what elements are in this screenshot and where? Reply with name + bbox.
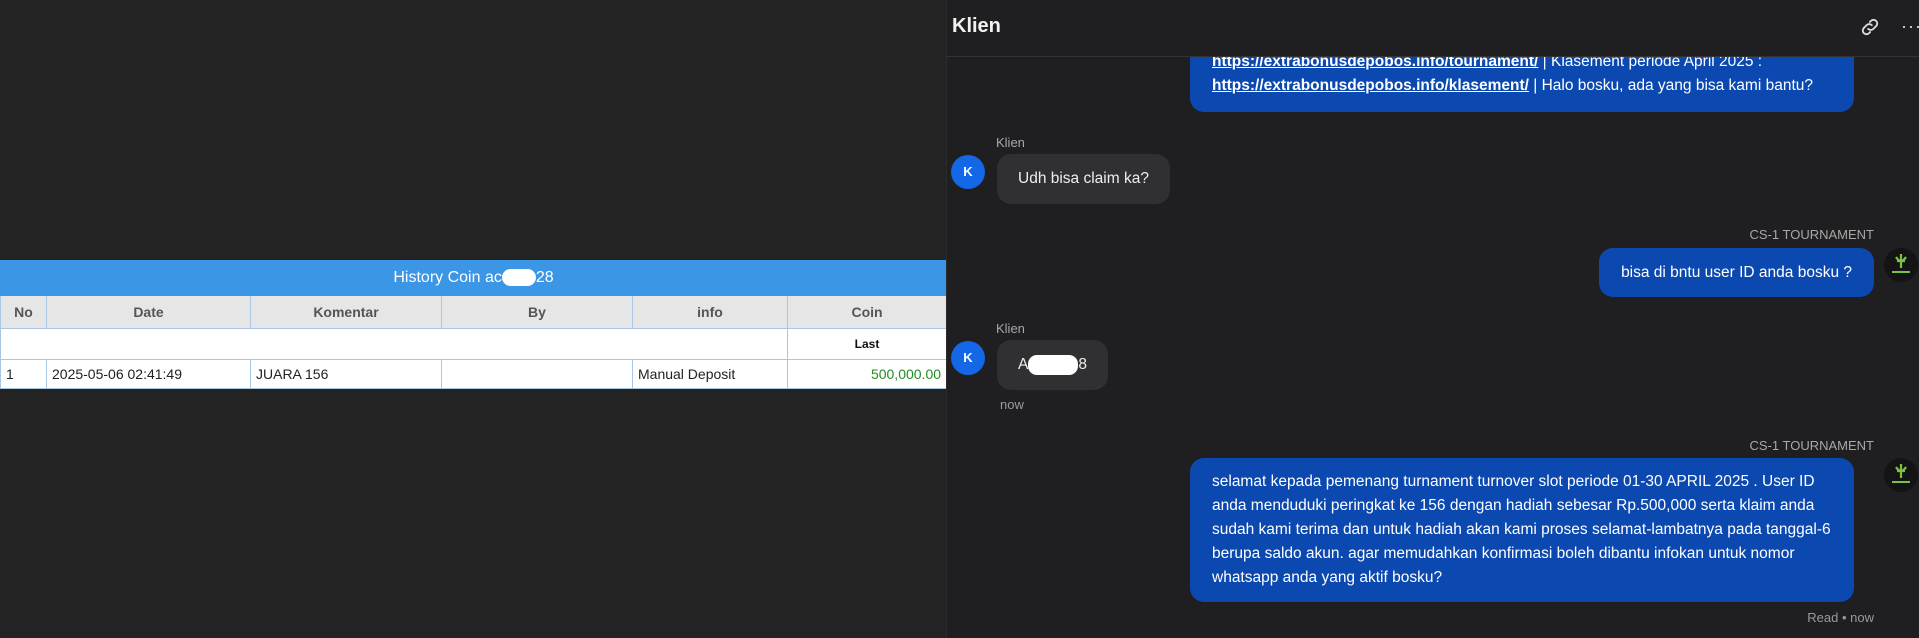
table-header-row: No Date Komentar By info Coin [0, 295, 948, 329]
more-icon[interactable]: ··· [1901, 16, 1919, 37]
message-bubble-incoming: Udh bisa claim ka? [997, 154, 1170, 204]
redacted-mark [1028, 354, 1079, 375]
cell-no: 1 [0, 359, 47, 389]
cell-coin: 500,000.00 [786, 359, 948, 389]
history-coin-table: History Coin ac 28 No Date Komentar By in… [0, 260, 948, 389]
table-title: History Coin ac 28 [0, 260, 948, 296]
message-bubble-outgoing: bisa di bntu user ID anda bosku ? [1599, 248, 1874, 297]
message-line-2: https://extrabonusdepobos.info/klasement… [1212, 74, 1813, 98]
avatar: K [951, 155, 985, 189]
column-header-date[interactable]: Date [46, 295, 251, 329]
history-panel: History Coin ac 28 No Date Komentar By in… [0, 0, 948, 638]
read-status: Read • now [1807, 610, 1874, 625]
column-header-coin[interactable]: Coin [786, 295, 948, 329]
cell-komentar: JUARA 156 [250, 359, 442, 389]
avatar [1884, 248, 1918, 282]
chat-header: Klien ··· [947, 0, 1919, 57]
klasement-link[interactable]: https://extrabonusdepobos.info/klasement… [1212, 77, 1529, 94]
cell-by [441, 359, 633, 389]
table-row[interactable]: 1 2025-05-06 02:41:49 JUARA 156 Manual D… [0, 359, 948, 389]
last-row-spacer [0, 328, 788, 360]
column-header-no[interactable]: No [0, 295, 47, 329]
sender-name: Klien [996, 321, 1025, 336]
link-icon[interactable] [1859, 16, 1881, 38]
table-title-suffix: 28 [535, 269, 554, 286]
column-header-by[interactable]: By [441, 295, 633, 329]
sender-name: CS-1 TOURNAMENT [1749, 227, 1874, 242]
message-text-2: | Halo bosku, ada yang bisa kami bantu? [1528, 77, 1814, 94]
chat-title: Klien [952, 15, 1001, 37]
redacted-mark [501, 269, 536, 287]
table-title-row: History Coin ac 28 [0, 260, 948, 296]
bot-logo-icon [1885, 249, 1917, 281]
cell-date: 2025-05-06 02:41:49 [46, 359, 251, 389]
message-time: now [1000, 397, 1024, 412]
message-text-prefix: A [1018, 356, 1029, 373]
avatar [1884, 458, 1918, 492]
table-title-prefix: History Coin ac [393, 269, 502, 286]
message-bubble-outgoing: selamat kepada pemenang turnament turnov… [1190, 458, 1854, 602]
chat-panel: https://extrabonusdepobos.info/tournamen… [946, 0, 1919, 638]
column-header-info[interactable]: info [632, 295, 788, 329]
avatar: K [951, 341, 985, 375]
sender-name: CS-1 TOURNAMENT [1749, 438, 1874, 453]
sender-name: Klien [996, 135, 1025, 150]
message-bubble-incoming: A8 [997, 340, 1108, 390]
cell-info: Manual Deposit [632, 359, 788, 389]
last-label: Last [786, 328, 948, 360]
message-text-suffix: 8 [1078, 356, 1087, 373]
last-row: Last [0, 328, 948, 360]
column-header-komentar[interactable]: Komentar [250, 295, 442, 329]
bot-logo-icon [1885, 459, 1917, 491]
